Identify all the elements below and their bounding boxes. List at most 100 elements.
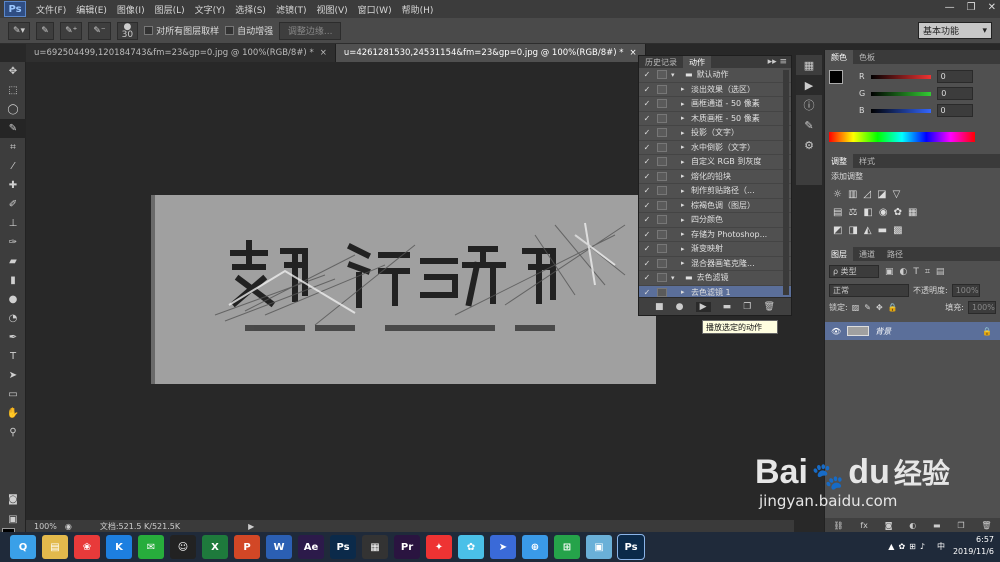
check-icon[interactable]: ✓ <box>639 85 655 94</box>
taskbar-app-icon[interactable]: ➤ <box>490 535 516 559</box>
layer-kind-filter[interactable]: ρ 类型 <box>829 265 879 278</box>
expand-triangle-icon[interactable]: ▸ <box>681 158 691 166</box>
check-icon[interactable]: ✓ <box>639 201 655 210</box>
record-icon[interactable]: ● <box>676 302 684 312</box>
dialog-toggle-icon[interactable] <box>657 200 667 210</box>
dialog-toggle-icon[interactable] <box>657 287 667 297</box>
channel-slider[interactable] <box>870 108 931 113</box>
taskbar-app-icon[interactable]: Pr <box>394 535 420 559</box>
tab-actions[interactable]: 动作 <box>683 56 711 68</box>
eyedropper-tool[interactable]: ⁄ <box>0 157 26 176</box>
action-row[interactable]: ✓ ▾ ▬ 去色滤镜 <box>639 271 791 286</box>
taskbar-app-icon[interactable]: ✦ <box>426 535 452 559</box>
action-row[interactable]: ✓ ▸ 自定义 RGB 到灰度 <box>639 155 791 170</box>
dialog-toggle-icon[interactable] <box>657 244 667 254</box>
check-icon[interactable]: ✓ <box>639 114 655 123</box>
channel-value[interactable]: 0 <box>936 70 973 83</box>
expand-triangle-icon[interactable]: ▸ <box>681 85 691 93</box>
balance-icon[interactable]: ⚖ <box>848 207 857 218</box>
tab-close-icon[interactable]: × <box>630 48 637 58</box>
hand-tool[interactable]: ✋ <box>0 404 26 423</box>
action-row[interactable]: ✓ ▸ 制作剪贴路径（... <box>639 184 791 199</box>
marquee-tool[interactable]: ⬚ <box>0 81 26 100</box>
panel-menu-icon[interactable]: ▸▸ ≡ <box>768 57 787 67</box>
tab-layers[interactable]: 图层 <box>825 247 853 261</box>
eye-icon[interactable]: 👁 <box>831 327 841 336</box>
restore-button[interactable]: ❐ <box>967 2 976 13</box>
tab-paths[interactable]: 路径 <box>881 247 909 261</box>
menu-view[interactable]: 视图(V) <box>316 3 347 16</box>
new-set-folder-icon[interactable]: ▬ <box>723 302 732 312</box>
dialog-toggle-icon[interactable] <box>657 84 667 94</box>
check-icon[interactable]: ✓ <box>639 70 655 79</box>
workspace-select[interactable]: 基本功能 ▾ <box>918 22 992 39</box>
color-spectrum[interactable] <box>829 132 975 142</box>
action-row[interactable]: ✓ ▾ ▬ 默认动作 <box>639 68 791 83</box>
action-row[interactable]: ✓ ▸ 存储为 Photoshop... <box>639 228 791 242</box>
history-brush-tool[interactable]: ✑ <box>0 233 26 252</box>
ime-indicator[interactable]: 中 <box>937 541 945 552</box>
tab-history[interactable]: 历史记录 <box>639 56 683 68</box>
layer-row-background[interactable]: 👁 背景 🔒 <box>825 322 1000 340</box>
taskbar-app-icon[interactable]: K <box>106 535 132 559</box>
expand-triangle-icon[interactable]: ▸ <box>681 187 691 195</box>
info-icon[interactable]: ⓘ <box>796 95 822 115</box>
add-to-selection-button[interactable]: ✎⁺ <box>60 21 83 40</box>
taskbar-app-icon[interactable]: ▦ <box>362 535 388 559</box>
taskbar-app-icon[interactable]: ❀ <box>74 535 100 559</box>
tab-adjustments[interactable]: 调整 <box>825 154 853 168</box>
expand-triangle-icon[interactable]: ▸ <box>681 259 691 267</box>
check-icon[interactable]: ✓ <box>639 99 655 108</box>
subtract-selection-button[interactable]: ✎⁻ <box>88 21 111 40</box>
taskbar-app-icon[interactable]: ☺ <box>170 535 196 559</box>
taskbar-app-icon[interactable]: ✿ <box>458 535 484 559</box>
stamp-tool[interactable]: ⊥ <box>0 214 26 233</box>
photo-filter-icon[interactable]: ◉ <box>879 207 888 218</box>
taskbar-app-icon[interactable]: ⊕ <box>522 535 548 559</box>
check-icon[interactable]: ✓ <box>639 230 655 239</box>
action-row[interactable]: ✓ ▸ 渐变映射 <box>639 242 791 257</box>
expand-triangle-icon[interactable]: ▸ <box>681 172 691 180</box>
invert-icon[interactable]: ◩ <box>833 225 842 236</box>
menu-help[interactable]: 帮助(H) <box>402 3 434 16</box>
check-icon[interactable]: ✓ <box>639 172 655 181</box>
taskbar-app-icon[interactable]: W <box>266 535 292 559</box>
check-icon[interactable]: ✓ <box>639 215 655 224</box>
mixer-icon[interactable]: ✿ <box>894 207 902 218</box>
menu-file[interactable]: 文件(F) <box>36 3 66 16</box>
check-icon[interactable]: ✓ <box>639 143 655 152</box>
dialog-toggle-icon[interactable] <box>657 258 667 268</box>
taskbar-app-icon[interactable]: ✉ <box>138 535 164 559</box>
quick-selection-tool[interactable]: ✎ <box>0 119 26 138</box>
lookup-icon[interactable]: ▦ <box>908 207 917 218</box>
expand-triangle-icon[interactable]: ▸ <box>681 100 691 108</box>
check-icon[interactable]: ✓ <box>639 128 655 137</box>
fill-field[interactable]: 100% <box>968 301 996 314</box>
new-selection-button[interactable]: ✎ <box>36 21 55 40</box>
minimize-button[interactable]: — <box>945 2 955 13</box>
expand-triangle-icon[interactable]: ▸ <box>681 288 691 296</box>
dialog-toggle-icon[interactable] <box>657 128 667 138</box>
dialog-toggle-icon[interactable] <box>657 229 667 239</box>
menu-image[interactable]: 图像(I) <box>117 3 145 16</box>
action-row[interactable]: ✓ ▸ 四分颜色 <box>639 213 791 228</box>
action-row[interactable]: ✓ ▸ 投影（文字） <box>639 126 791 141</box>
dialog-toggle-icon[interactable] <box>657 99 667 109</box>
exposure-icon[interactable]: ◪ <box>877 189 886 200</box>
quick-mask-button[interactable]: ◙ <box>0 490 26 509</box>
expand-triangle-icon[interactable]: ▸ <box>681 216 691 224</box>
taskbar-app-icon[interactable]: Ae <box>298 535 324 559</box>
expand-triangle-icon[interactable]: ▸ <box>681 230 691 238</box>
check-icon[interactable]: ✓ <box>639 259 655 268</box>
expand-triangle-icon[interactable]: ▸ <box>681 201 691 209</box>
menu-edit[interactable]: 编辑(E) <box>76 3 107 16</box>
blur-tool[interactable]: ● <box>0 290 26 309</box>
taskbar-app-icon[interactable]: Q <box>10 535 36 559</box>
new-action-icon[interactable]: ❐ <box>743 302 751 312</box>
tab-channels[interactable]: 通道 <box>853 247 881 261</box>
taskbar-app-icon[interactable]: ⊞ <box>554 535 580 559</box>
dialog-toggle-icon[interactable] <box>657 113 667 123</box>
dialog-toggle-icon[interactable] <box>657 70 667 80</box>
document-tab-1[interactable]: u=692504499,120184743&fm=23&gp=0.jpg @ 1… <box>26 44 336 62</box>
status-menu-icon[interactable]: ◉ <box>65 522 72 531</box>
